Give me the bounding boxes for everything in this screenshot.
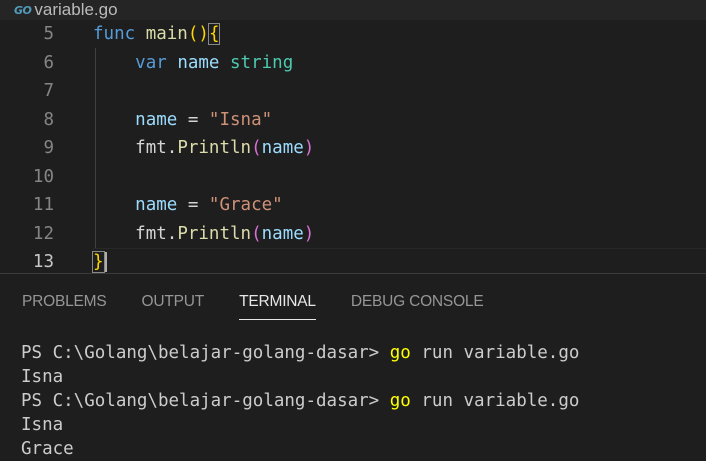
code-token: Println	[177, 138, 252, 158]
terminal-output[interactable]: PS C:\Golang\belajar-golang-dasar> go ru…	[21, 341, 579, 461]
terminal-text: Isna	[21, 415, 64, 435]
code-token: main	[145, 24, 188, 44]
panel-tabs: PROBLEMS OUTPUT TERMINAL DEBUG CONSOLE	[22, 274, 518, 324]
line-number: 7	[43, 81, 54, 101]
terminal-text: run variable.go	[410, 343, 580, 363]
go-icon: GO	[14, 3, 32, 17]
terminal-text: run variable.go	[410, 391, 580, 411]
line-number: 6	[43, 52, 54, 73]
code-line[interactable]: 9 fmt.Println(name)	[0, 134, 706, 162]
code-line[interactable]: 12 fmt.Println(name)	[0, 220, 706, 248]
code-line[interactable]: 5 func main(){	[0, 20, 706, 48]
code-editor[interactable]: 5 func main(){6 var name string 7 8 name = …	[0, 20, 706, 276]
terminal-prompt: PS C:\Golang\belajar-golang-dasar>	[21, 343, 390, 363]
code-token: =	[177, 195, 209, 215]
code-token: (	[251, 223, 262, 244]
terminal-command: go	[389, 391, 411, 411]
terminal-line: PS C:\Golang\belajar-golang-dasar> go ru…	[21, 389, 579, 413]
code-token: name	[261, 138, 304, 158]
terminal-command: go	[389, 343, 411, 363]
tab-filename: variable.go	[34, 0, 118, 19]
code-text: var name string	[93, 49, 293, 77]
code-line[interactable]: 13}	[0, 248, 706, 276]
current-line-highlight	[93, 248, 706, 276]
terminal-line: Grace	[21, 437, 579, 461]
code-text: func main(){	[93, 20, 221, 48]
code-token: {	[207, 23, 221, 45]
code-token: ()	[187, 24, 209, 44]
code-line[interactable]: 8 name = "Isna"	[0, 106, 706, 134]
tab-debug-console[interactable]: DEBUG CONSOLE	[351, 274, 484, 324]
text-cursor	[104, 252, 107, 272]
code-token: fmt.	[135, 138, 178, 158]
line-number: 5	[43, 24, 54, 44]
code-token: fmt.	[135, 223, 178, 244]
bottom-panel: PROBLEMS OUTPUT TERMINAL DEBUG CONSOLE PS C…	[0, 273, 706, 459]
tab-terminal[interactable]: TERMINAL	[239, 274, 316, 324]
terminal-text: Grace	[21, 439, 74, 459]
code-token: name	[135, 195, 178, 215]
tab-variable-go[interactable]: GO variable.go	[0, 0, 128, 20]
code-token: )	[303, 138, 315, 158]
line-number: 9	[43, 138, 54, 158]
code-text: fmt.Println(name)	[93, 220, 314, 248]
terminal-prompt: PS C:\Golang\belajar-golang-dasar>	[21, 391, 390, 411]
code-token: )	[303, 223, 315, 244]
code-line[interactable]: 7	[0, 77, 706, 105]
code-line[interactable]: 6 var name string	[0, 49, 706, 77]
tab-output[interactable]: OUTPUT	[142, 274, 205, 324]
code-token: name	[261, 223, 304, 244]
line-number: 10	[32, 166, 54, 187]
code-token: "Grace"	[208, 195, 283, 215]
code-text: name = "Grace"	[93, 191, 283, 219]
terminal-line: Isna	[21, 365, 579, 389]
editor-tab-bar: GO variable.go	[0, 0, 706, 20]
code-token: string	[230, 52, 294, 73]
line-number: 12	[32, 223, 54, 244]
line-number: 13	[32, 252, 54, 272]
terminal-line: PS C:\Golang\belajar-golang-dasar> go ru…	[21, 341, 579, 365]
code-text: }	[92, 248, 107, 276]
code-token: =	[177, 109, 209, 130]
code-token: }	[92, 251, 105, 273]
code-line[interactable]: 11 name = "Grace"	[0, 191, 706, 219]
code-token: func	[93, 24, 136, 44]
terminal-text: Isna	[21, 367, 64, 387]
terminal-line: Isna	[21, 413, 579, 437]
line-number: 11	[32, 195, 54, 215]
tab-problems[interactable]: PROBLEMS	[22, 274, 107, 324]
code-line[interactable]: 10	[0, 163, 706, 191]
code-token: Println	[177, 223, 252, 244]
code-token: var	[135, 52, 167, 73]
code-token: name	[135, 109, 178, 130]
code-text: name = "Isna"	[93, 106, 272, 134]
code-text: fmt.Println(name)	[93, 134, 314, 162]
code-token: "Isna"	[208, 109, 273, 130]
code-token: name	[177, 52, 220, 73]
line-number: 8	[43, 109, 54, 130]
code-token: (	[251, 138, 262, 158]
